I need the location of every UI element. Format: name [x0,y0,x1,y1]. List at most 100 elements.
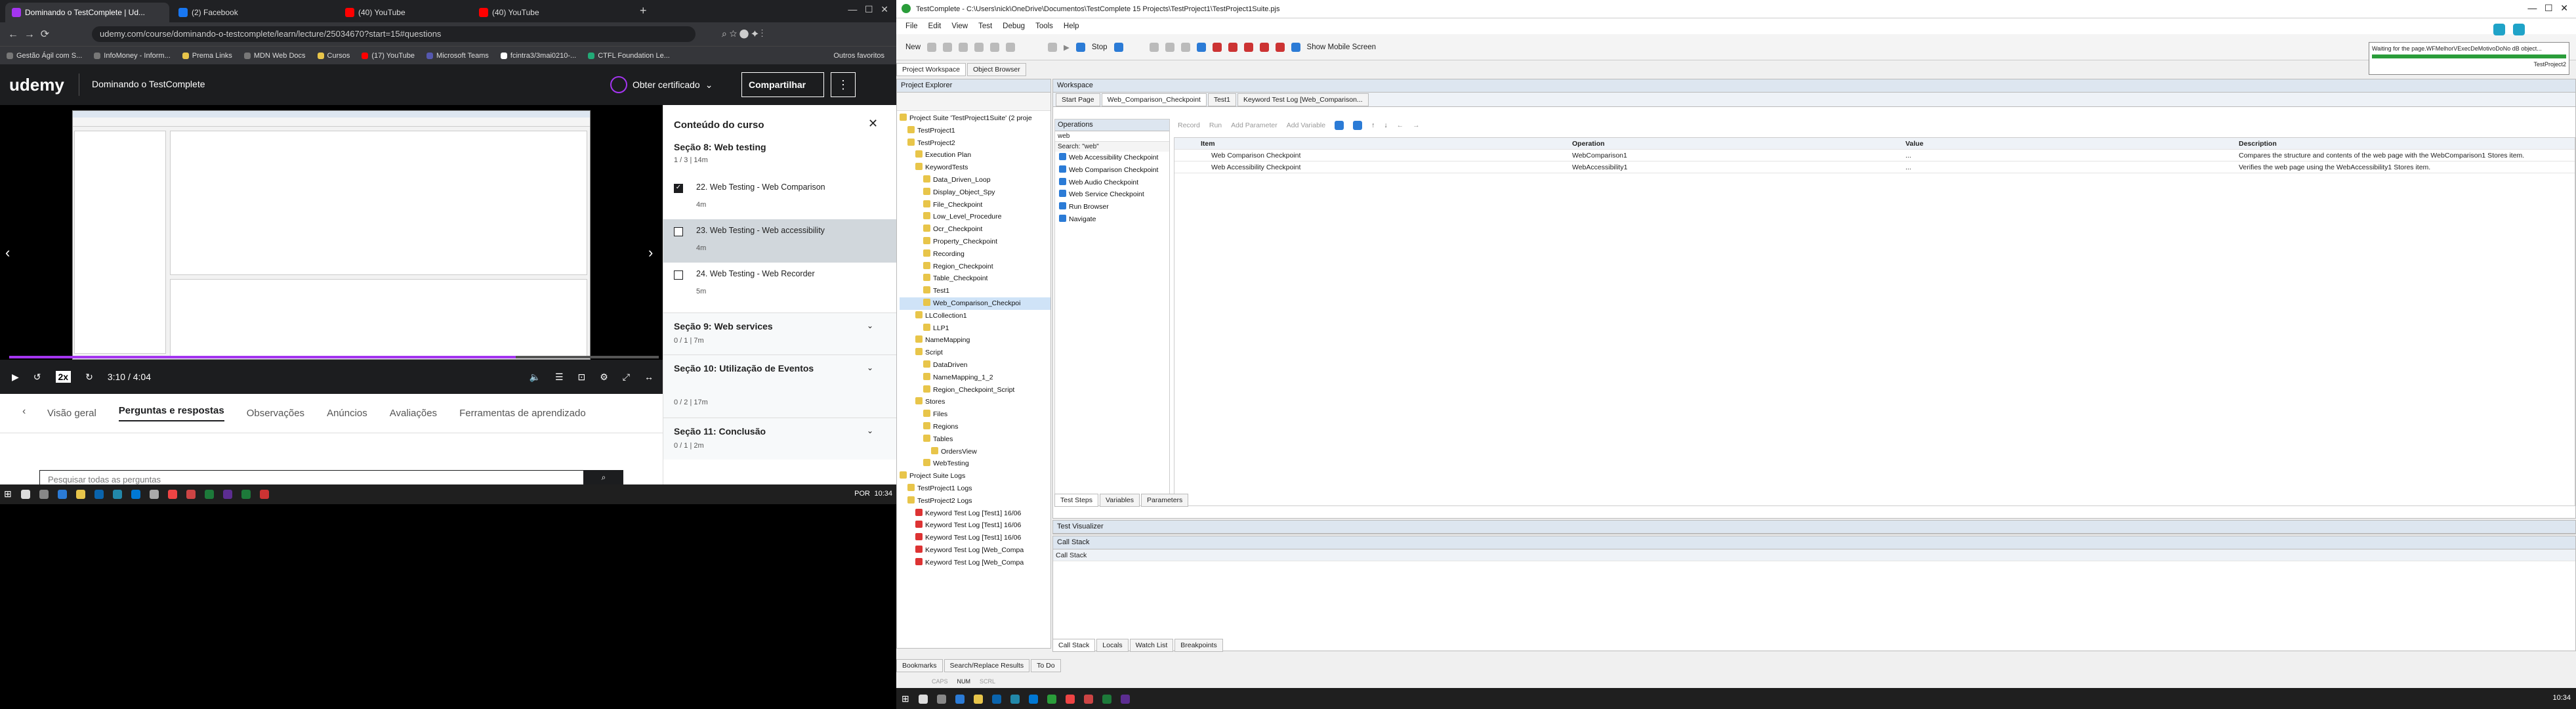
play-icon[interactable]: ▶ [12,372,19,383]
prev-lecture-icon[interactable]: ‹ [5,244,10,261]
bug-icon[interactable] [1243,42,1253,52]
browser-tab[interactable]: (2) Facebook [172,3,336,22]
taskbar-apps[interactable]: ⊞ [902,693,1130,704]
tree-node[interactable]: Regions [900,421,1050,433]
tree-node[interactable]: Keyword Test Log [Web_Compa [900,557,1050,569]
tab-variables[interactable]: Variables [1100,494,1140,507]
app-icon[interactable] [241,489,251,499]
col-item[interactable]: Item [1174,138,1568,150]
operation-item[interactable]: Web Service Checkpoint [1055,188,1169,201]
mail-icon[interactable] [1010,694,1020,704]
tree-node[interactable]: Script [900,347,1050,359]
tab-parameters[interactable]: Parameters [1141,494,1189,507]
store-icon[interactable] [94,489,104,499]
tree-node[interactable]: LLP1 [900,322,1050,335]
tab-project-workspace[interactable]: Project Workspace [896,63,966,76]
nav-buttons[interactable]: ← → ⟳ [8,28,49,41]
tab-web-comparison[interactable]: Web_Comparison_Checkpoint [1101,93,1207,106]
udemy-logo[interactable]: udemy [9,75,64,95]
run-icon[interactable]: ▶ [1064,43,1070,52]
tree-node[interactable]: KeywordTests [900,161,1050,174]
tab-bookmarks[interactable]: Bookmarks [896,659,943,672]
step-icon[interactable] [1165,42,1174,52]
bookmark-item[interactable]: InfoMoney - Inform... [94,52,171,60]
edge-icon[interactable] [955,694,965,704]
bookmark-item[interactable]: Prema Links [182,52,232,60]
mail-icon[interactable] [112,489,122,499]
vscode-icon[interactable] [1028,694,1038,704]
tab-object-browser[interactable]: Object Browser [966,63,1026,76]
more-button[interactable]: ⋮ [831,72,856,97]
test-icon[interactable] [1335,121,1344,130]
table-row[interactable]: Web Accessibility Checkpoint WebAccessib… [1174,161,2575,173]
tab-locals[interactable]: Locals [1096,639,1129,652]
taskbar-apps[interactable]: ⊞ [4,488,269,500]
windows-start-icon[interactable]: ⊞ [902,693,909,704]
copy-icon[interactable] [974,42,984,52]
stop-button[interactable]: Stop [1092,43,1108,51]
operation-item[interactable]: Web Comparison Checkpoint [1055,164,1169,177]
tab-start-page[interactable]: Start Page [1056,93,1100,106]
lecture-item[interactable]: 24. Web Testing - Web Recorder 5m [663,263,897,306]
tree-node[interactable]: Project Suite Logs [900,470,1050,483]
menu-debug[interactable]: Debug [1003,22,1025,30]
open-icon[interactable] [927,42,937,52]
questions-search-input[interactable]: Pesquisar todas as perguntas [39,470,584,484]
tree-node[interactable]: Keyword Test Log [Test1] 16/06 [900,507,1050,520]
tree-node[interactable]: NameMapping [900,334,1050,347]
tab-watch-list[interactable]: Watch List [1129,639,1174,652]
undo-icon[interactable] [1006,42,1016,52]
tree-node[interactable]: Project Suite 'TestProject1Suite' (2 pro… [900,112,1050,125]
video-progress-bar[interactable] [9,356,659,358]
folder-icon[interactable] [973,694,983,704]
tree-node[interactable]: DataDriven [900,359,1050,372]
bookmark-item[interactable]: fcintra3/3mai0210-... [500,52,576,60]
tab-breakpoints[interactable]: Breakpoints [1174,639,1223,652]
excel-icon[interactable] [1102,694,1111,704]
tree-node[interactable]: Files [900,408,1050,421]
url-field[interactable]: udemy.com/course/dominando-o-testcomplet… [92,26,696,42]
tab-reviews[interactable]: Avaliações [390,408,437,419]
record-button[interactable]: Record [1178,121,1200,129]
tree-node[interactable]: TestProject1 Logs [900,483,1050,495]
search-icon[interactable]: ⌕ [584,470,623,484]
tree-node[interactable]: Execution Plan [900,149,1050,161]
menu-file[interactable]: File [905,22,918,30]
bookmark-item[interactable]: Cursos [317,52,350,60]
cut-icon[interactable] [959,42,968,52]
tree-node[interactable]: Ocr_Checkpoint [900,223,1050,236]
lecture-checkbox[interactable]: ✓ [674,184,683,193]
bookmark-item[interactable]: CTFL Foundation Le... [588,52,670,60]
tab-questions[interactable]: Perguntas e respostas [118,405,224,421]
tree-node[interactable]: Recording [900,248,1050,261]
window-controls[interactable]: — ☐ ✕ [848,4,888,15]
volume-icon[interactable]: 🔈 [530,372,541,383]
edge-icon[interactable] [57,489,67,499]
operation-item[interactable]: Web Accessibility Checkpoint [1055,152,1169,164]
tab-keyword-log[interactable]: Keyword Test Log [Web_Comparison... [1237,93,1369,106]
show-mobile-screen-button[interactable]: Show Mobile Screen [1307,43,1376,51]
testcomplete-icon[interactable] [1047,694,1056,704]
tree-node[interactable]: Web_Comparison_Checkpoi [900,297,1050,310]
add-variable-button[interactable]: Add Variable [1287,121,1325,129]
tree-node[interactable]: Keyword Test Log [Web_Compa [900,544,1050,557]
speed-button[interactable]: 2x [55,371,72,383]
app-icon[interactable] [1083,694,1093,704]
section-header[interactable]: Seção 11: Conclusão 0 / 1 | 2m ⌄ [663,418,897,460]
lecture-item-current[interactable]: 23. Web Testing - Web accessibility 4m [663,219,897,263]
move-right-icon[interactable]: → [1413,121,1420,129]
cell-value[interactable]: ... [1901,150,2235,161]
new-tab-button[interactable]: + [640,4,647,18]
tree-node[interactable]: Keyword Test Log [Test1] 16/06 [900,532,1050,544]
task-view-icon[interactable] [39,489,49,499]
rewind-icon[interactable]: ↺ [33,372,41,383]
tree-node[interactable]: Test1 [900,285,1050,297]
chrome-icon[interactable] [1065,694,1075,704]
lecture-checkbox[interactable] [674,270,683,280]
step-into-icon[interactable] [1180,42,1190,52]
tab-search-replace[interactable]: Search/Replace Results [944,659,1030,672]
bug-icon[interactable] [1212,42,1222,52]
paste-icon[interactable] [990,42,1000,52]
app-icon[interactable] [186,489,196,499]
tree-node[interactable]: NameMapping_1_2 [900,372,1050,384]
